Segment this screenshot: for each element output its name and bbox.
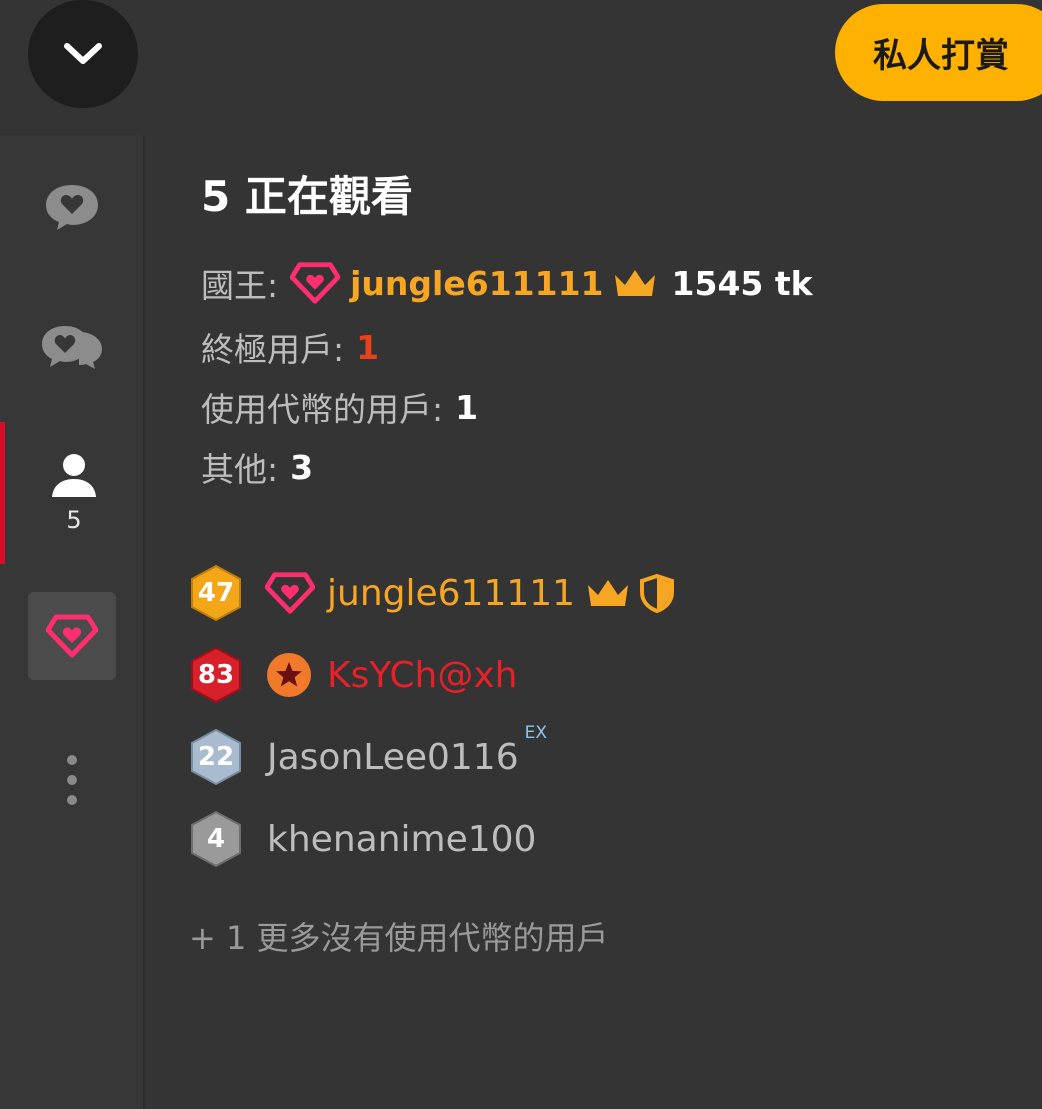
chat-heart-icon	[45, 185, 98, 230]
sidebar-item-chat[interactable]	[0, 167, 143, 247]
shield-icon	[640, 573, 675, 613]
king-name[interactable]: jungle611111	[350, 264, 603, 303]
user-icon	[52, 454, 96, 497]
level-badge: 4	[189, 810, 243, 868]
others-count: 3	[290, 447, 314, 487]
king-tokens: 1545 tk	[671, 263, 813, 303]
user-row[interactable]: 47 jungle611111	[189, 563, 675, 623]
username[interactable]: JasonLee0116	[267, 737, 519, 778]
crown-icon	[588, 580, 629, 606]
ex-tag: EX	[524, 723, 548, 743]
token-users-label: 使用代幣的用戶:	[201, 390, 444, 429]
collapse-button[interactable]	[28, 0, 138, 108]
crown-icon	[614, 270, 655, 296]
top-bar: 私人打賞	[0, 0, 1042, 135]
more-vertical-icon[interactable]	[64, 755, 80, 805]
username[interactable]: jungle611111	[327, 573, 575, 614]
ultimate-users-row: 終極用戶: 1	[201, 323, 379, 371]
user-row[interactable]: 83 KsYCh@xh	[189, 645, 517, 705]
diamond-heart-icon	[290, 262, 341, 304]
private-tip-button[interactable]: 私人打賞	[835, 4, 1042, 101]
panel-title: 5 正在觀看	[201, 172, 413, 221]
token-users-row: 使用代幣的用戶: 1	[201, 383, 478, 431]
king-row: 國王: jungle611111 1545 tk	[201, 259, 813, 307]
sidebar-item-vip[interactable]	[28, 592, 116, 680]
user-row[interactable]: 22 JasonLee0116 EX	[189, 723, 547, 787]
level-badge: 83	[189, 646, 243, 704]
viewer-count: 5	[66, 506, 82, 534]
more-users-text: + 1 更多沒有使用代幣的用戶	[189, 919, 609, 957]
user-row[interactable]: 4 khenanime100	[189, 809, 536, 869]
group-chat-heart-icon	[41, 326, 102, 369]
level-badge: 47	[189, 564, 243, 622]
sidebar-item-viewers[interactable]: 5	[0, 422, 143, 564]
token-users-count: 1	[455, 387, 479, 427]
sidebar: 5	[0, 135, 145, 1109]
username[interactable]: khenanime100	[267, 819, 536, 860]
diamond-heart-icon	[46, 614, 98, 658]
viewers-panel: 5 正在觀看 國王: jungle611111 1545 tk 終極用戶: 1 …	[145, 135, 1042, 1109]
username[interactable]: KsYCh@xh	[327, 655, 517, 696]
king-label: 國王:	[201, 266, 279, 305]
others-label: 其他:	[201, 450, 279, 489]
star-badge-icon	[267, 653, 311, 697]
diamond-heart-icon	[265, 572, 315, 614]
sidebar-item-private-chat[interactable]	[0, 307, 143, 387]
ultimate-count: 1	[356, 327, 380, 367]
ultimate-label: 終極用戶:	[201, 330, 345, 369]
chevron-down-icon	[64, 43, 102, 64]
others-row: 其他: 3	[201, 443, 313, 491]
level-badge: 22	[189, 728, 243, 786]
